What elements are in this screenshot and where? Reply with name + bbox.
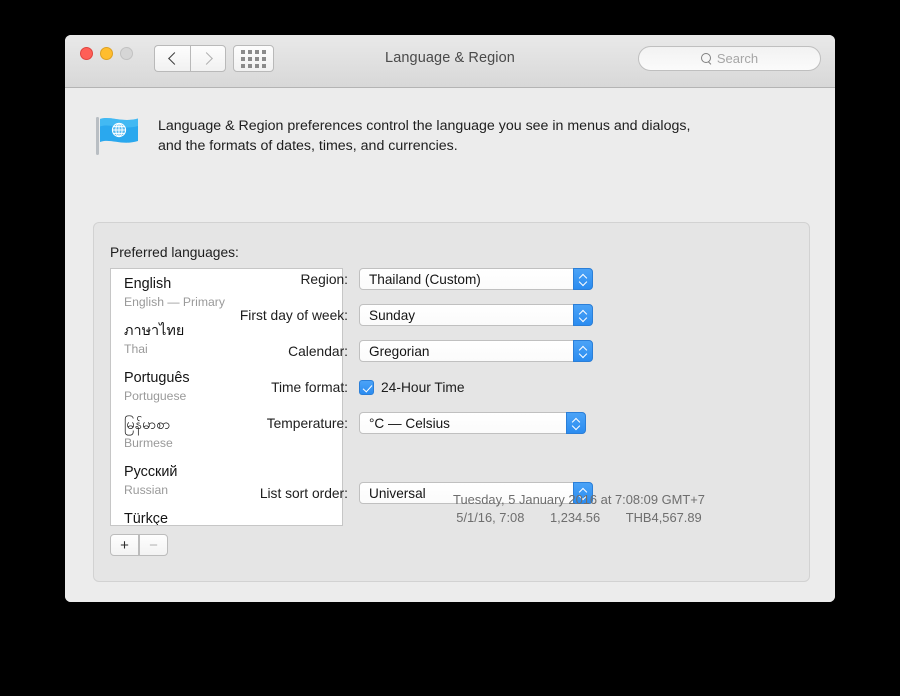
intro-text: Language & Region preferences control th… xyxy=(158,114,690,156)
temperature-value: °C — Celsius xyxy=(369,415,450,431)
preview-long-date: Tuesday, 5 January 2016 at 7:08:09 GMT+7 xyxy=(453,492,705,507)
first-day-row: First day of week: Sunday xyxy=(159,304,593,326)
preview-formats: 5/1/16, 7:08 1,234.56 THB4,567.89 xyxy=(359,509,799,527)
calendar-stepper-icon[interactable] xyxy=(573,340,593,362)
first-day-popup[interactable]: Sunday xyxy=(359,304,593,326)
intro-section: Language & Region preferences control th… xyxy=(94,114,811,156)
temperature-stepper-icon[interactable] xyxy=(566,412,586,434)
calendar-row: Calendar: Gregorian xyxy=(159,340,593,362)
preferences-body: Language & Region preferences control th… xyxy=(65,88,835,602)
region-stepper-icon[interactable] xyxy=(573,268,593,290)
24-hour-time-checkbox[interactable] xyxy=(359,379,374,395)
temperature-popup[interactable]: °C — Celsius xyxy=(359,412,586,434)
preview-number: 1,234.56 xyxy=(549,510,601,525)
window-titlebar: Language & Region Search xyxy=(65,35,835,88)
region-value: Thailand (Custom) xyxy=(369,271,481,287)
intro-line-2: and the formats of dates, times, and cur… xyxy=(158,138,458,154)
calendar-label: Calendar: xyxy=(288,343,348,359)
language-native-name: Türkçe xyxy=(124,511,168,526)
region-popup[interactable]: Thailand (Custom) xyxy=(359,268,593,290)
preferences-window: Language & Region Search Language & Regi… xyxy=(65,35,835,602)
list-add-remove-controls: + − xyxy=(110,534,168,556)
preview-currency: THB4,567.89 xyxy=(625,510,702,525)
add-language-button[interactable]: + xyxy=(110,534,139,556)
region-label: Region: xyxy=(300,271,348,287)
format-preview: Tuesday, 5 January 2016 at 7:08:09 GMT+7… xyxy=(359,491,799,527)
temperature-label: Temperature: xyxy=(266,415,348,431)
calendar-value: Gregorian xyxy=(369,343,430,359)
search-placeholder: Search xyxy=(716,51,759,66)
time-format-label: Time format: xyxy=(271,379,348,395)
remove-language-button[interactable]: − xyxy=(139,534,168,556)
settings-groupbox: Preferred languages: English English — Pr… xyxy=(93,222,810,582)
list-item[interactable]: TürkçeTurkish xyxy=(111,504,342,526)
preferred-languages-label: Preferred languages: xyxy=(110,245,239,260)
search-icon xyxy=(700,53,712,64)
intro-line-1: Language & Region preferences control th… xyxy=(158,118,691,134)
calendar-popup[interactable]: Gregorian xyxy=(359,340,593,362)
un-flag-icon xyxy=(94,114,142,156)
list-sort-order-label: List sort order: xyxy=(259,485,348,501)
language-native-name: Русский xyxy=(124,464,178,480)
search-input[interactable]: Search xyxy=(638,46,821,71)
temperature-row: Temperature: °C — Celsius xyxy=(159,412,586,434)
first-day-stepper-icon[interactable] xyxy=(573,304,593,326)
first-day-value: Sunday xyxy=(369,307,416,323)
24-hour-time-label: 24-Hour Time xyxy=(381,379,465,395)
region-row: Region: Thailand (Custom) xyxy=(159,268,593,290)
language-english-name: Burmese xyxy=(124,436,173,450)
preview-short-date: 5/1/16, 7:08 xyxy=(456,510,525,525)
time-format-row: Time format: 24-Hour Time xyxy=(159,376,465,398)
first-day-label: First day of week: xyxy=(239,307,348,323)
